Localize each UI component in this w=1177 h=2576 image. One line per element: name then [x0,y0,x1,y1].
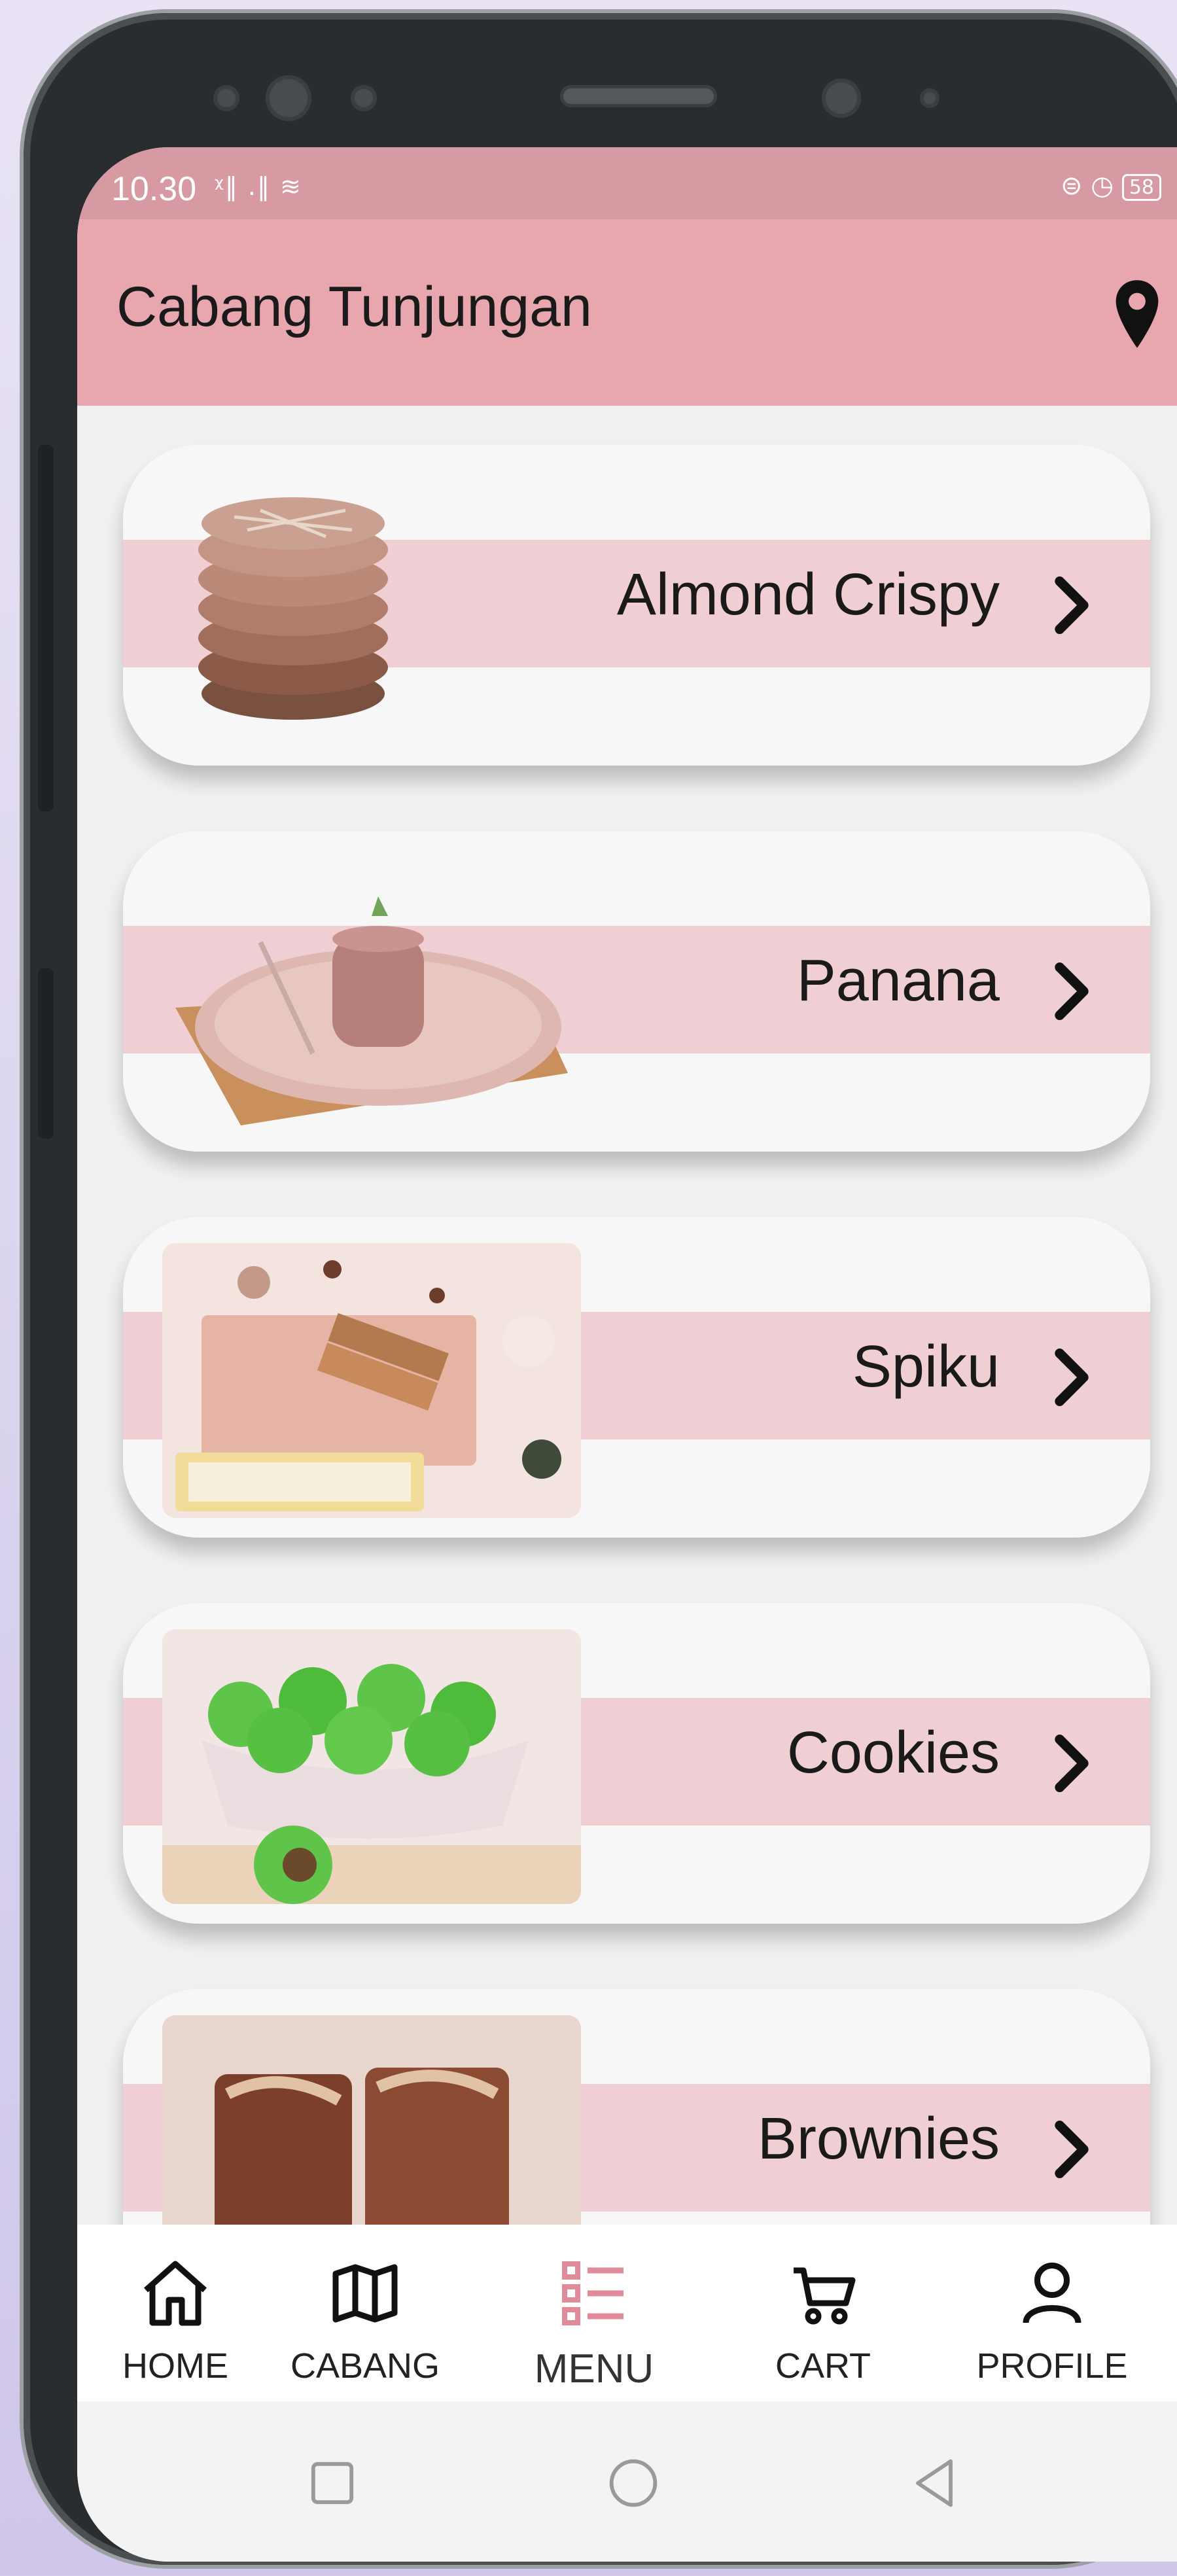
chevron-right-icon[interactable] [1032,569,1111,641]
system-navigation-bar [77,2401,1177,2562]
chevron-right-icon[interactable] [1032,1341,1111,1413]
earpiece-speaker [560,85,717,107]
nav-label: HOME [122,2346,228,2386]
nav-menu[interactable]: MENU [496,2254,692,2392]
phone-frame: 10.30 ᵡ‖ .‖ ≋ ⊜ ◷ 58 Cabang Tunjungan Al… [24,13,1177,2565]
status-time: 10.30 [111,170,197,208]
bottom-nav: HOME CABANG MENU CART PROFILE [77,2225,1177,2401]
menu-item-cookies[interactable]: Cookies [123,1603,1150,1924]
status-bar: 10.30 ᵡ‖ .‖ ≋ ⊜ ◷ 58 [77,147,1177,219]
cart-icon [794,2267,856,2325]
nav-label: CABANG [290,2346,440,2386]
back-triangle-icon[interactable] [902,2450,967,2516]
menu-item-label: Cookies [786,1720,1000,1786]
sensor-dot [351,85,377,111]
nav-label: CART [775,2346,871,2386]
menu-list: Almond Crispy Panana Spiku Cookies Brown… [77,406,1177,2225]
battery-icon: 58 [1121,173,1161,201]
menu-item-label: Brownies [757,2106,1000,2172]
chevron-right-icon[interactable] [1032,1727,1111,1799]
alarm-icon: ◷ [1091,171,1114,201]
menu-item-panana[interactable]: Panana [123,831,1150,1152]
front-camera [822,79,861,118]
nav-profile[interactable]: PROFILE [954,2254,1150,2386]
app-bar: Cabang Tunjungan [77,219,1177,406]
chevron-right-icon[interactable] [1032,955,1111,1027]
phone-side-button [38,968,54,1138]
chevron-right-icon[interactable] [1032,2113,1111,2185]
home-circle-icon[interactable] [601,2450,666,2516]
nav-home[interactable]: HOME [77,2254,273,2386]
signal-icons: ᵡ‖ .‖ ≋ [215,172,302,201]
screen: 10.30 ᵡ‖ .‖ ≋ ⊜ ◷ 58 Cabang Tunjungan Al… [77,147,1177,2562]
recent-apps-icon[interactable] [300,2450,365,2516]
list-icon [562,2261,624,2325]
lock-icon: ⊜ [1060,171,1083,201]
panana-image [175,896,568,1125]
nav-label: MENU [534,2346,654,2391]
branch-title: Cabang Tunjungan [116,275,592,338]
menu-item-label: Panana [796,948,1000,1014]
menu-item-almond-crispy[interactable]: Almond Crispy [123,445,1150,766]
front-camera [266,75,311,121]
nav-label: PROFILE [976,2346,1128,2386]
status-right-icons: ⊜ ◷ 58 [1061,171,1161,201]
cookies-image [162,1629,581,1904]
phone-side-button [38,445,54,811]
menu-item-label: Almond Crispy [616,562,1000,627]
nav-cabang[interactable]: CABANG [267,2254,463,2386]
spiku-image [162,1243,581,1518]
menu-item-spiku[interactable]: Spiku [123,1217,1150,1538]
sensor-dot [920,88,940,108]
menu-item-label: Spiku [852,1334,1000,1400]
almond-crispy-image [198,497,388,720]
home-icon [144,2261,207,2326]
brownies-image [162,2015,581,2225]
map-pin-icon[interactable] [1111,278,1163,350]
map-icon [332,2264,398,2323]
nav-cart[interactable]: CART [725,2254,921,2386]
sensor-dot [213,85,239,111]
menu-item-brownies[interactable]: Brownies [123,1989,1150,2225]
user-icon [1023,2263,1081,2323]
